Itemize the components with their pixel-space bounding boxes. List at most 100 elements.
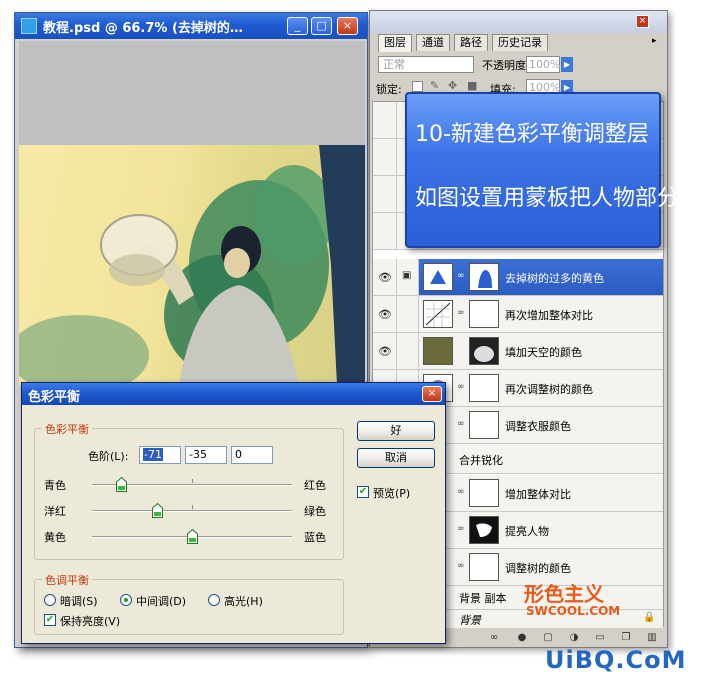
lock-transparency-icon[interactable] <box>412 81 423 92</box>
slider-track-magenta-green[interactable] <box>92 510 292 512</box>
layer-name: 填加天空的颜色 <box>505 346 582 359</box>
chain-link-icon[interactable]: ∞ <box>457 419 465 429</box>
watermark-logo: 形色主义 <box>524 582 604 606</box>
watermark-site: UiBQ.CoM <box>545 646 687 674</box>
layer-row[interactable]: 👁 填加天空的颜色 <box>373 333 663 370</box>
chain-link-icon[interactable]: ∞ <box>457 487 465 497</box>
layer-name: 合并锐化 <box>459 454 503 467</box>
lock-label: 锁定: <box>376 83 402 96</box>
trash-icon[interactable]: ▥ <box>646 632 658 644</box>
layer-mask-thumbnail[interactable] <box>469 337 499 365</box>
slider-thumb-cyan-red[interactable] <box>116 476 127 495</box>
add-mask-icon[interactable]: ▢ <box>542 632 554 644</box>
chain-link-icon[interactable]: ∞ <box>457 524 465 534</box>
opacity-input[interactable]: 100% <box>526 56 560 73</box>
link-layers-icon[interactable]: ∞ <box>488 632 500 644</box>
layer-mask-thumbnail[interactable] <box>469 411 499 439</box>
chain-link-icon[interactable]: ∞ <box>457 561 465 571</box>
tab-paths[interactable]: 路径 <box>454 34 488 51</box>
preserve-luminosity-checkbox[interactable]: ✔ <box>44 614 56 626</box>
layer-name: 背景 副本 <box>459 592 507 605</box>
layer-row[interactable]: 👁 ▣ ∞ 去掉树的过多的黄色 <box>373 259 663 296</box>
panel-close-icon[interactable]: × <box>636 15 649 28</box>
maximize-button[interactable]: □ <box>311 17 332 35</box>
lock-all-icon[interactable]: ■ <box>467 79 477 92</box>
layer-mask-thumbnail[interactable] <box>469 300 499 328</box>
layer-mask-thumbnail[interactable] <box>469 374 499 402</box>
dialog-close-button[interactable]: × <box>422 386 442 402</box>
layer-name: 背景 <box>459 614 481 627</box>
slider-thumb-yellow-blue[interactable] <box>187 528 198 547</box>
tutorial-callout: 10-新建色彩平衡调整层 如图设置用蒙板把人物部分擦掉 <box>405 92 704 248</box>
preview-label: 预览(P) <box>373 487 411 500</box>
layer-name: 调整树的颜色 <box>505 562 571 575</box>
blend-mode-select[interactable]: 正常 <box>378 56 474 73</box>
tab-history[interactable]: 历史记录 <box>492 34 548 51</box>
layer-mask-thumbnail[interactable] <box>469 516 499 544</box>
radio-shadows-label: 暗调(S) <box>60 595 98 608</box>
eye-icon[interactable]: 👁 <box>378 308 392 321</box>
layer-name: 调整衣服颜色 <box>505 420 571 433</box>
color-balance-group-title: 色彩平衡 <box>42 421 92 437</box>
slider-left-label: 黄色 <box>44 531 66 544</box>
slider-thumb-magenta-green[interactable] <box>152 502 163 521</box>
balance-adjustment-icon <box>423 263 453 291</box>
level-input-cyan-red[interactable]: -71 <box>139 446 181 464</box>
chain-link-icon[interactable]: ∞ <box>457 308 465 318</box>
layer-name: 再次增加整体对比 <box>505 309 593 322</box>
layer-style-icon[interactable]: ● <box>516 632 528 644</box>
chain-link-icon[interactable]: ∞ <box>457 271 465 281</box>
tab-channels[interactable]: 通道 <box>416 34 450 51</box>
opacity-spin-icon[interactable]: ▶ <box>561 57 573 72</box>
minimize-button[interactable]: _ <box>287 17 308 35</box>
lock-icon: 🔒 <box>643 612 656 623</box>
slider-left-label: 青色 <box>44 479 66 492</box>
new-group-icon[interactable]: ▭ <box>594 632 606 644</box>
layers-panel-titlebar[interactable]: × <box>370 11 667 33</box>
canvas-photo[interactable] <box>19 145 365 385</box>
layer-mask-thumbnail[interactable] <box>469 479 499 507</box>
ok-button[interactable]: 好 <box>357 421 435 441</box>
callout-step-title: 10-新建色彩平衡调整层 <box>415 122 649 147</box>
callout-step-instruction: 如图设置用蒙板把人物部分擦掉 <box>415 186 704 211</box>
new-layer-icon[interactable]: ❐ <box>620 632 632 644</box>
document-titlebar[interactable]: 教程.psd @ 66.7% (去掉树的… _ □ × <box>15 13 367 39</box>
dialog-titlebar[interactable]: 色彩平衡 × <box>22 383 445 405</box>
eye-icon[interactable]: 👁 <box>378 345 392 358</box>
slider-right-label: 蓝色 <box>304 531 326 544</box>
panel-menu-arrow-icon[interactable]: ▸ <box>652 36 657 46</box>
chain-link-icon[interactable]: ∞ <box>457 382 465 392</box>
radio-highlights-label: 高光(H) <box>224 595 263 608</box>
layer-name: 增加整体对比 <box>505 488 571 501</box>
slider-left-label: 洋红 <box>44 505 66 518</box>
layer-name: 去掉树的过多的黄色 <box>505 272 604 285</box>
preview-checkbox[interactable]: ✔ <box>357 486 369 498</box>
radio-shadows[interactable] <box>44 594 56 606</box>
tone-balance-group-title: 色调平衡 <box>42 572 92 588</box>
layer-name: 再次调整树的颜色 <box>505 383 593 396</box>
curves-adjustment-icon <box>423 300 453 328</box>
eye-icon[interactable]: 👁 <box>378 271 392 284</box>
level-input-magenta-green[interactable]: -35 <box>185 446 227 464</box>
layer-mask-thumbnail[interactable] <box>469 553 499 581</box>
cancel-button[interactable]: 取消 <box>357 448 435 468</box>
canvas-empty-area[interactable] <box>19 41 365 145</box>
lock-move-icon[interactable]: ✥ <box>448 79 457 92</box>
watermark-domain: SWCOOL.COM <box>526 604 621 618</box>
photoshop-doc-icon <box>21 18 37 34</box>
layer-row[interactable]: 👁 ∞ 再次增加整体对比 <box>373 296 663 333</box>
radio-midtones-label: 中间调(D) <box>136 595 187 608</box>
photo-artwork <box>19 145 365 385</box>
lock-brush-icon[interactable]: ✎ <box>430 79 439 92</box>
preserve-luminosity-label: 保持亮度(V) <box>60 615 121 628</box>
new-adjustment-icon[interactable]: ◑ <box>568 632 580 644</box>
level-input-yellow-blue[interactable]: 0 <box>231 446 273 464</box>
close-button[interactable]: × <box>337 17 358 35</box>
layer-mask-thumbnail[interactable] <box>469 263 499 291</box>
dialog-title: 色彩平衡 <box>28 390 81 405</box>
document-title: 教程.psd @ 66.7% (去掉树的… <box>43 21 243 36</box>
radio-midtones[interactable] <box>120 594 132 606</box>
tab-layers[interactable]: 图层 <box>378 34 412 52</box>
level-value: -71 <box>143 448 163 461</box>
radio-highlights[interactable] <box>208 594 220 606</box>
